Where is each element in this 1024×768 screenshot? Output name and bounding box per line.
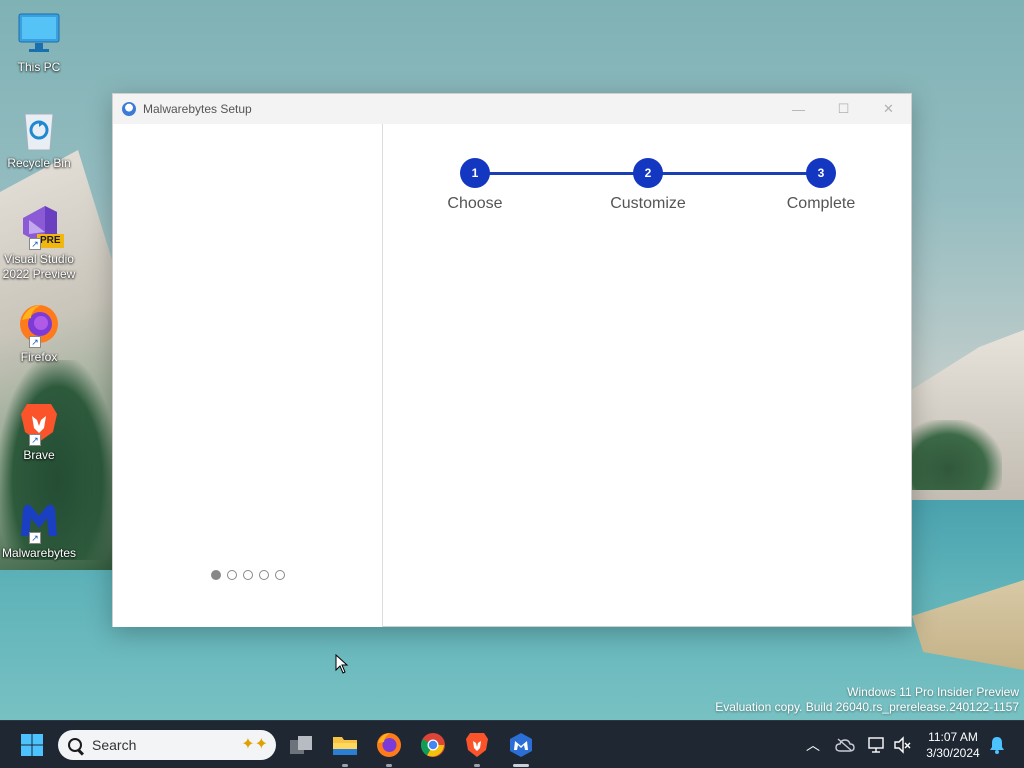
taskbar-firefox[interactable] bbox=[373, 729, 405, 767]
step-label: Customize bbox=[610, 195, 686, 212]
desktop-icon-malwarebytes[interactable]: ↗ Malwarebytes bbox=[0, 498, 78, 561]
carousel-dots bbox=[211, 570, 285, 580]
window-title: Malwarebytes Setup bbox=[143, 102, 252, 116]
watermark-edition: Windows 11 Pro Insider Preview bbox=[847, 685, 1019, 699]
desktop-icon-visual-studio[interactable]: PRE ↗ Visual Studio 2022 Preview bbox=[0, 204, 78, 282]
step-label: Choose bbox=[447, 195, 503, 212]
visual-studio-icon: PRE ↗ bbox=[17, 204, 64, 250]
malwarebytes-app-icon bbox=[122, 102, 136, 116]
step-choose: 1 Choose bbox=[415, 158, 535, 213]
desktop-icon-label: Firefox bbox=[20, 350, 58, 364]
minimize-button[interactable]: — bbox=[776, 94, 821, 124]
carousel-dot[interactable] bbox=[243, 570, 253, 580]
taskbar: Search ✦✦ ︿ 11:07 AM 3/30/2024 bbox=[0, 720, 1024, 768]
carousel-dot[interactable] bbox=[259, 570, 269, 580]
malwarebytes-icon: ↗ bbox=[17, 498, 61, 544]
recycle-bin-icon bbox=[17, 108, 61, 152]
firefox-icon bbox=[377, 733, 401, 757]
task-view-icon bbox=[290, 736, 312, 754]
onedrive-icon bbox=[835, 738, 855, 752]
close-button[interactable]: ✕ bbox=[866, 94, 911, 124]
carousel-dot[interactable] bbox=[227, 570, 237, 580]
shortcut-arrow-icon: ↗ bbox=[29, 434, 41, 446]
shortcut-arrow-icon: ↗ bbox=[29, 238, 41, 250]
taskbar-chrome[interactable] bbox=[417, 729, 449, 761]
desktop-icon-recycle-bin[interactable]: Recycle Bin bbox=[0, 108, 78, 171]
taskbar-file-explorer[interactable] bbox=[329, 729, 361, 767]
wallpaper-trees-right bbox=[912, 420, 1002, 490]
onedrive-status[interactable] bbox=[834, 721, 856, 768]
network-status[interactable] bbox=[866, 721, 888, 768]
file-explorer-icon bbox=[333, 737, 357, 755]
show-hidden-icons-button[interactable]: ︿ bbox=[803, 721, 823, 768]
progress-stepper: 1 Choose 2 Customize 3 Complete bbox=[384, 124, 912, 224]
windows-watermark: Windows 11 Pro Insider Preview Evaluatio… bbox=[715, 685, 1019, 715]
running-indicator bbox=[342, 764, 348, 767]
clock-date: 3/30/2024 bbox=[926, 746, 980, 760]
step-complete: 3 Complete bbox=[761, 158, 881, 213]
notification-bell-icon bbox=[990, 737, 1004, 754]
step-label: Complete bbox=[786, 195, 856, 212]
desktop-icon-this-pc[interactable]: This PC bbox=[0, 12, 78, 75]
network-icon bbox=[868, 737, 884, 753]
maximize-button[interactable]: ☐ bbox=[821, 94, 866, 124]
notifications-button[interactable] bbox=[986, 721, 1008, 768]
content-pane: 1 Choose 2 Customize 3 Complete bbox=[384, 124, 912, 627]
carousel-dot[interactable] bbox=[211, 570, 221, 580]
step-number: 1 bbox=[460, 158, 490, 188]
carousel-dot[interactable] bbox=[275, 570, 285, 580]
search-placeholder: Search bbox=[92, 737, 137, 753]
step-customize: 2 Customize bbox=[588, 158, 708, 213]
desktop-icon-label: Visual Studio 2022 Preview bbox=[2, 252, 76, 281]
task-view-button[interactable] bbox=[285, 729, 317, 761]
start-button[interactable] bbox=[16, 729, 48, 761]
taskbar-brave[interactable] bbox=[461, 729, 493, 767]
taskbar-search-box[interactable]: Search ✦✦ bbox=[58, 730, 276, 760]
taskbar-malwarebytes[interactable] bbox=[505, 729, 537, 767]
title-bar[interactable]: Malwarebytes Setup — ☐ ✕ bbox=[113, 94, 911, 124]
shortcut-arrow-icon: ↗ bbox=[29, 532, 41, 544]
search-icon bbox=[68, 738, 82, 752]
step-number: 3 bbox=[806, 158, 836, 188]
windows-logo-icon bbox=[21, 734, 43, 756]
carousel-pane bbox=[113, 124, 383, 627]
step-number: 2 bbox=[633, 158, 663, 188]
desktop-icon-brave[interactable]: ↗ Brave bbox=[0, 400, 78, 463]
watermark-build: Evaluation copy. Build 26040.rs_prerelea… bbox=[715, 700, 1019, 714]
shortcut-arrow-icon: ↗ bbox=[29, 336, 41, 348]
desktop-icon-label: Malwarebytes bbox=[1, 546, 77, 560]
firefox-icon: ↗ bbox=[17, 302, 61, 348]
chrome-icon bbox=[420, 733, 445, 757]
chevron-up-icon: ︿ bbox=[806, 737, 820, 753]
setup-window: Malwarebytes Setup — ☐ ✕ 1 Choose 2 Cust… bbox=[112, 93, 912, 627]
running-indicator bbox=[474, 764, 480, 767]
monitor-icon bbox=[17, 12, 61, 56]
desktop-icon-label: Recycle Bin bbox=[7, 156, 71, 170]
active-indicator bbox=[513, 764, 529, 767]
running-indicator bbox=[386, 764, 392, 767]
clock-time: 11:07 AM bbox=[928, 730, 978, 744]
copilot-sparkle-icon: ✦✦ bbox=[241, 736, 268, 753]
desktop-icon-label: Brave bbox=[23, 448, 55, 462]
desktop-icon-label: This PC bbox=[17, 60, 61, 74]
malwarebytes-setup-icon bbox=[510, 733, 532, 757]
volume-muted-icon bbox=[894, 736, 911, 754]
taskbar-clock[interactable]: 11:07 AM 3/30/2024 bbox=[918, 729, 988, 761]
brave-lion-icon: ↗ bbox=[17, 400, 61, 446]
volume-status[interactable] bbox=[892, 721, 914, 768]
desktop-icon-firefox[interactable]: ↗ Firefox bbox=[0, 302, 78, 365]
brave-icon bbox=[466, 733, 488, 757]
